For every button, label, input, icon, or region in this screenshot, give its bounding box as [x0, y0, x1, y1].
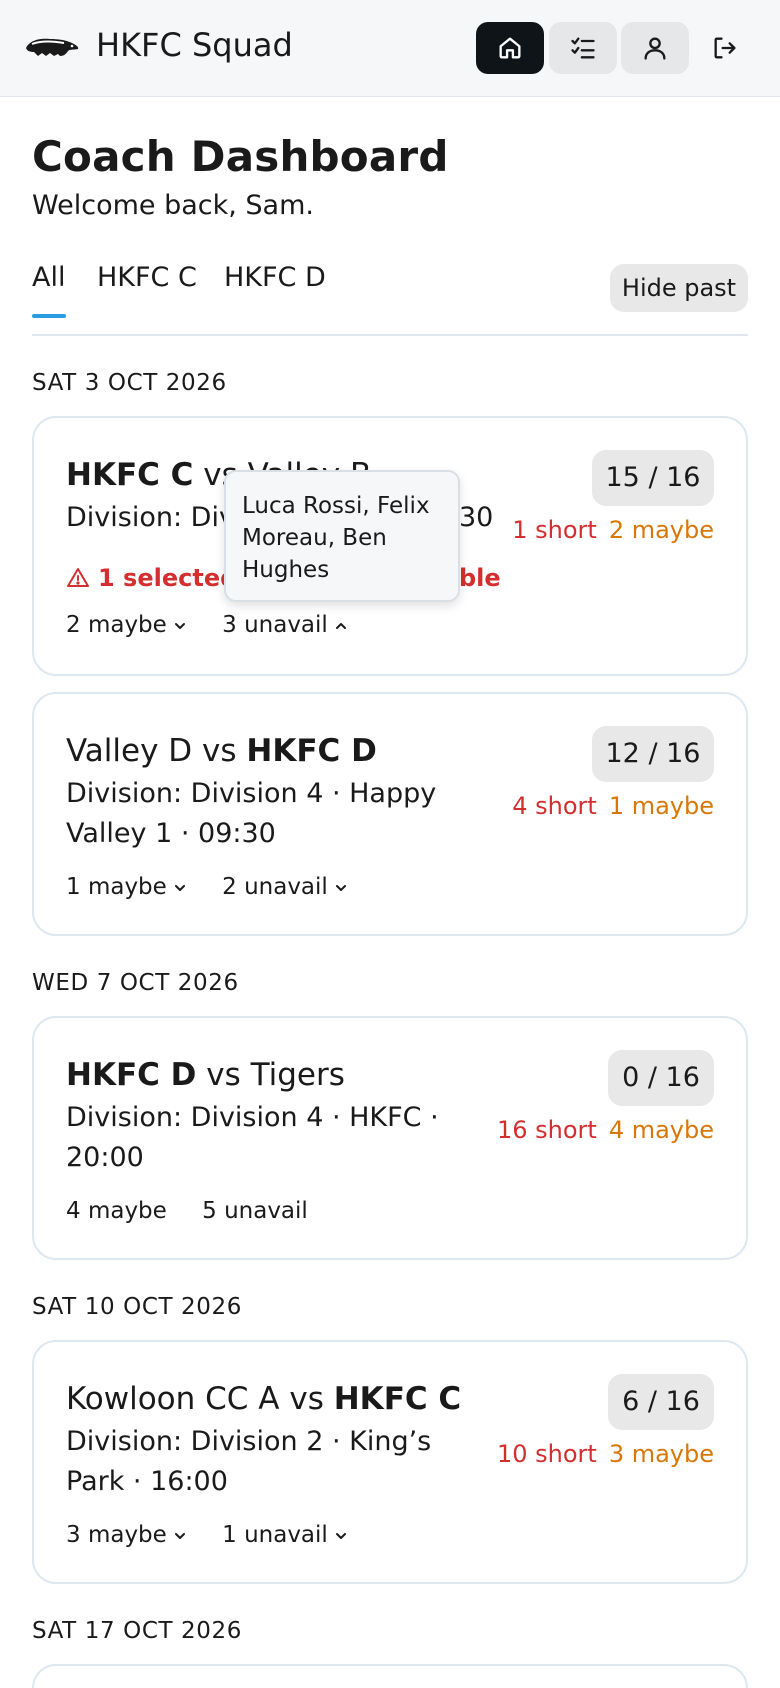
squad-count-badge: 12 / 16: [592, 726, 714, 782]
logout-button[interactable]: [690, 22, 760, 74]
tab-hkfc-c[interactable]: HKFC C: [97, 258, 197, 298]
unavail-toggle-label: 1 unavail: [222, 1522, 328, 1548]
date-header: SAT 17 OCT 2026: [32, 1618, 242, 1644]
home-team: HKFC D: [66, 1057, 197, 1093]
match-info: Division: Division 4 · Happy Valley 1 · …: [66, 778, 437, 849]
maybe-toggle[interactable]: 2 maybe: [66, 609, 187, 641]
warning-text-left: 1 selected: [98, 564, 238, 592]
match-card[interactable]: [32, 1664, 748, 1688]
checklist-icon: [571, 37, 595, 59]
chevron-down-icon: [335, 1532, 346, 1539]
squad-count-badge: 6 / 16: [608, 1374, 714, 1430]
player-toggles: 3 maybe 1 unavail: [66, 1519, 376, 1551]
selection-warning: 1 selected ble: [66, 562, 501, 594]
chevron-down-icon: [335, 884, 346, 891]
home-team: HKFC C: [66, 457, 194, 493]
home-icon: [499, 37, 521, 59]
unavail-toggle-label: 2 unavail: [222, 874, 328, 900]
maybe-count: 4 maybe: [608, 1116, 714, 1144]
availability-summary: 10 short 3 maybe: [497, 1438, 714, 1470]
maybe-toggle-label: 2 maybe: [66, 612, 167, 638]
player-toggles: 4 maybe 5 unavail: [66, 1195, 336, 1227]
home-team: Valley D: [66, 733, 193, 769]
short-count: 10 short: [496, 1440, 597, 1468]
top-bar: HKFC Squad: [0, 0, 780, 97]
date-header: SAT 3 OCT 2026: [32, 370, 227, 396]
unavailable-players-tooltip: Luca Rossi, Felix Moreau, Ben Hughes: [224, 470, 460, 602]
match-info: Division: Division 2 · King’s Park · 16:…: [66, 1426, 432, 1497]
chevron-down-icon: [174, 1532, 185, 1539]
badger-logo-icon: [26, 38, 79, 56]
unavail-toggle[interactable]: 1 unavail: [222, 1519, 348, 1551]
maybe-toggle-label: 1 maybe: [66, 874, 167, 900]
nav-home-button[interactable]: [476, 22, 544, 74]
unavail-toggle[interactable]: 2 unavail: [222, 871, 348, 903]
app-title: HKFC Squad: [96, 26, 293, 64]
maybe-toggle[interactable]: 1 maybe: [66, 871, 187, 903]
short-count: 16 short: [496, 1116, 597, 1144]
maybe-toggle[interactable]: 3 maybe: [66, 1519, 187, 1551]
player-toggles: 2 maybe 3 unavail: [66, 609, 376, 641]
maybe-count: 3 maybe: [608, 1440, 714, 1468]
availability-summary: 4 short 1 maybe: [512, 790, 714, 822]
chevron-down-icon: [174, 884, 185, 891]
chevron-up-icon: [335, 622, 346, 629]
home-team: Kowloon CC A: [66, 1381, 280, 1417]
unavail-toggle[interactable]: 5 unavail: [202, 1195, 308, 1227]
player-toggles: 1 maybe 2 unavail: [66, 871, 376, 903]
page-title: Coach Dashboard: [32, 132, 449, 181]
date-header: WED 7 OCT 2026: [32, 970, 239, 996]
unavail-toggle[interactable]: 3 unavail: [222, 609, 348, 641]
warning-triangle-icon: [67, 568, 89, 587]
away-team: HKFC C: [333, 1381, 462, 1417]
maybe-toggle[interactable]: 4 maybe: [66, 1195, 167, 1227]
short-count: 1 short: [512, 516, 597, 544]
nav-profile-button[interactable]: [621, 22, 689, 74]
squad-count-badge: 15 / 16: [592, 450, 714, 506]
active-tab-indicator: [32, 314, 66, 318]
welcome-message: Welcome back, Sam.: [32, 190, 314, 221]
match-info: Division: Division 4 · HKFC · 20:00: [66, 1102, 439, 1173]
tab-hkfc-d[interactable]: HKFC D: [224, 258, 326, 298]
match-card[interactable]: Kowloon CC A vs HKFC C Division: Divisio…: [32, 1340, 748, 1584]
tab-all[interactable]: All: [32, 258, 65, 298]
away-team: Tigers: [250, 1057, 345, 1093]
availability-summary: 1 short 2 maybe: [512, 514, 714, 546]
match-card[interactable]: Valley D vs HKFC D Division: Division 4 …: [32, 692, 748, 936]
match-title: Kowloon CC A vs HKFC C: [66, 1381, 462, 1417]
date-header: SAT 10 OCT 2026: [32, 1294, 242, 1320]
user-icon: [644, 37, 666, 60]
short-count: 4 short: [512, 792, 597, 820]
match-card[interactable]: HKFC D vs Tigers Division: Division 4 · …: [32, 1016, 748, 1260]
match-title: HKFC D vs Tigers: [66, 1057, 345, 1093]
maybe-toggle-label: 3 maybe: [66, 1522, 167, 1548]
squad-count-badge: 0 / 16: [608, 1050, 714, 1106]
chevron-down-icon: [174, 622, 185, 629]
warning-text-right: ble: [459, 564, 501, 592]
unavail-toggle-label: 3 unavail: [222, 612, 328, 638]
maybe-count: 2 maybe: [608, 516, 714, 544]
logout-icon: [714, 37, 736, 59]
match-title: Valley D vs HKFC D: [66, 733, 377, 769]
match-info-left: Division: Div: [66, 502, 235, 533]
nav-availability-button[interactable]: [549, 22, 617, 74]
availability-summary: 16 short 4 maybe: [497, 1114, 714, 1146]
match-info-right: 30: [459, 502, 494, 533]
tabs-divider: [32, 334, 748, 336]
maybe-count: 1 maybe: [608, 792, 714, 820]
away-team: HKFC D: [246, 733, 377, 769]
hide-past-button[interactable]: Hide past: [610, 264, 748, 312]
